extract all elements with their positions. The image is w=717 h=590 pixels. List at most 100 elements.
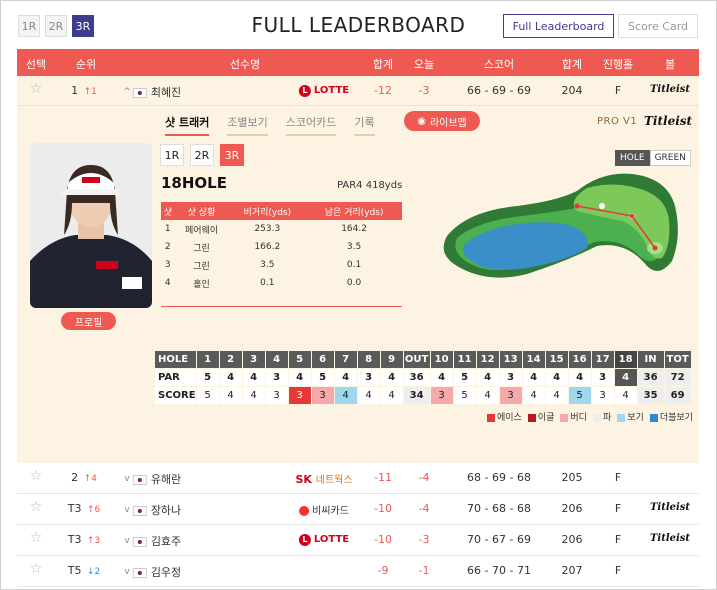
live-icon: ◉ [417,115,426,127]
player-name[interactable]: 최혜진 [132,84,181,100]
course-map[interactable] [427,166,692,286]
live-map-button[interactable]: ◉ 라이브맵 [404,111,480,131]
header-today: 오늘 [413,58,435,71]
today-cell: -3 [418,533,430,546]
score-card-button[interactable]: Score Card [618,14,698,38]
player-name[interactable]: 김효주 [132,533,181,549]
shot-row: 4 홀인 0.1 0.0 [164,278,362,290]
ball-brand-logo: Titleist [644,114,693,128]
shot-row: 1 페어웨이 253.3 164.2 [164,224,367,236]
ball-logo: Titleist [649,502,691,513]
ball-logo: Titleist [649,533,691,544]
score-cell: 70 - 67 - 69 [467,533,531,546]
favorite-star-icon[interactable]: ☆ [30,530,43,546]
expand-chevron-icon[interactable]: v [124,471,129,484]
holes-cell: F [614,564,622,577]
holes-cell: F [614,471,622,484]
tab-scorecard[interactable]: 스코어카드 [285,114,337,136]
table-header: 선택 순위 선수명 합계 오늘 스코어 합계 진행홀 볼 [17,49,699,76]
sponsor-logo: SK 네트웍스 [295,473,353,486]
legend-item: 파 [592,410,611,423]
shot-round-3r[interactable]: 3R [220,144,244,166]
header-player: 선수명 [229,58,261,71]
today-cell: -4 [418,502,430,515]
expand-chevron-icon[interactable]: v [124,533,129,546]
sponsor-logo: L LOTTE [298,532,349,546]
green-view-button[interactable]: GREEN [649,150,691,166]
expand-chevron-icon[interactable]: v [124,502,129,515]
korea-flag-icon [132,506,147,516]
total-cell: -10 [374,502,392,515]
total-cell: -12 [374,84,392,97]
table-row[interactable]: ☆ T3 ↑3 v 김효주 L LOTTE -10 -3 70 - 67 - 69… [17,525,699,556]
hole-view-button[interactable]: HOLE [615,150,650,166]
hole-title: 18HOLE [161,174,227,192]
favorite-star-icon[interactable]: ☆ [30,81,43,97]
collapse-chevron-icon[interactable]: ^ [123,84,131,97]
total-cell: -9 [377,564,389,577]
shot-col-header: 샷 [161,202,175,220]
sub-tabs: 샷 트래커 조별보기 스코어카드 기록 [165,114,375,136]
sum-cell: 207 [561,564,583,577]
player-name[interactable]: 유해란 [132,471,181,487]
shot-round-2r[interactable]: 2R [190,144,214,166]
today-cell: -4 [418,471,430,484]
header-select: 선택 [25,58,47,71]
hole-par-info: PAR4 418yds [337,180,403,191]
sponsor-logo: L LOTTE [298,83,349,97]
sum-cell: 204 [561,84,583,97]
favorite-star-icon[interactable]: ☆ [30,561,43,577]
player-photo [30,143,152,308]
table-row[interactable]: ☆ T3 ↑6 v 장하나 비씨카드 -10 -4 70 - 68 - 68 2… [17,494,699,525]
favorite-star-icon[interactable]: ☆ [30,468,43,484]
legend-item: 이글 [527,410,554,423]
shot-round-1r[interactable]: 1R [160,144,184,166]
profile-button[interactable]: 프로필 [61,312,116,330]
sponsor-logo: 비씨카드 [299,502,349,517]
legend-item: 보기 [617,410,644,423]
total-cell: -11 [374,471,392,484]
header-sum: 합계 [561,58,583,71]
view-toggle: HOLE GREEN [615,150,691,166]
today-cell: -1 [418,564,430,577]
shot-row: 3 그린 3.5 0.1 [164,260,362,272]
header-score: 스코어 [483,58,515,71]
score-cell: 70 - 68 - 68 [467,502,531,515]
korea-flag-icon [132,475,147,485]
shot-col-header: 남은 거리(yds) [306,202,402,220]
total-cell: -10 [374,533,392,546]
full-leaderboard-button[interactable]: Full Leaderboard [503,14,614,38]
legend-item: 에이스 [487,410,522,423]
scorecard-score-row: SCORE 544333444 34 354344534 35 69 [154,386,692,405]
tab-group-view[interactable]: 조별보기 [227,114,268,136]
korea-flag-icon [132,568,147,578]
score-cell: 66 - 70 - 71 [467,564,531,577]
tab-records[interactable]: 기록 [354,114,375,136]
holes-cell: F [614,84,622,97]
shot-row: 2 그린 166.2 3.5 [164,242,362,254]
ball-logo: Titleist [649,84,691,95]
table-row[interactable]: ☆ T5 ↓2 v 김우정 -9 -1 66 - 70 - 71 207 F [17,556,699,587]
header-rank: 순위 [75,58,97,71]
rank-cell: T5 ↓2 [67,564,101,577]
rank-cell: T3 ↑3 [67,533,101,546]
player-name[interactable]: 김우정 [132,564,181,580]
shot-round-tabs: 1R 2R 3R [160,144,244,166]
shot-col-header: 비거리(yds) [228,202,307,220]
shot-table: 샷 샷 상황 비거리(yds) 남은 거리(yds) 1 페어웨이 253.3 164… [161,202,402,292]
shot-table-divider [161,306,402,307]
header-holes: 진행홀 [602,58,634,71]
player-name[interactable]: 장하나 [132,502,181,518]
today-cell: -3 [418,84,430,97]
holes-cell: F [614,502,622,515]
rank-cell: 1 ↑1 [71,84,97,97]
score-cell: 66 - 69 - 69 [467,84,531,97]
expand-chevron-icon[interactable]: v [124,564,129,577]
holes-cell: F [614,533,622,546]
header-total: 합계 [372,58,394,71]
tab-shot-tracker[interactable]: 샷 트래커 [165,114,210,136]
favorite-star-icon[interactable]: ☆ [30,499,43,515]
table-row[interactable]: ☆ 2 ↑4 v 유해란 SK 네트웍스 -11 -4 68 - 69 - 68… [17,463,699,494]
scorecard-par-row: PAR 544345434 36 454344434 36 72 [154,368,692,387]
table-row-expanded[interactable]: ☆ 1 ↑1 ^ 최혜진 L LOTTE -12 -3 66 - 69 - 69 … [17,76,699,106]
